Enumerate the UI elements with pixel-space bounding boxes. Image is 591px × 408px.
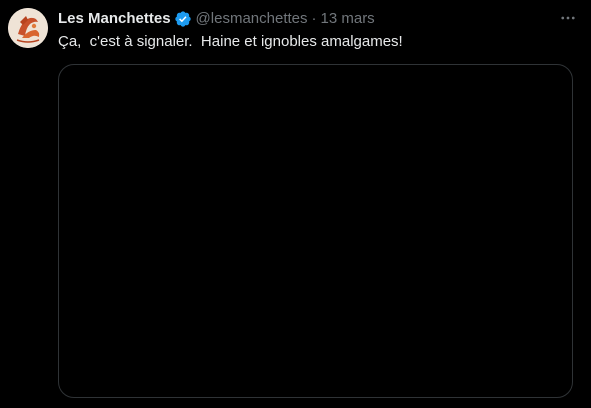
author-handle[interactable]: @lesmanchettes bbox=[196, 9, 308, 29]
tweet-text: Ça, c'est à signaler. Haine et ignobles … bbox=[58, 33, 403, 50]
tweet-timestamp[interactable]: 13 mars bbox=[321, 9, 375, 29]
tweet-card[interactable]: Les Manchettes @lesmanchettes · 13 mars … bbox=[0, 0, 591, 408]
tweet-media[interactable] bbox=[58, 64, 573, 398]
tweet-header: Les Manchettes @lesmanchettes · 13 mars bbox=[58, 9, 375, 29]
verified-badge-icon bbox=[174, 10, 192, 28]
header-separator: · bbox=[311, 10, 317, 27]
more-options-icon bbox=[561, 16, 575, 20]
more-options-button[interactable] bbox=[556, 8, 580, 28]
avatar-logo-icon bbox=[8, 8, 48, 48]
author-display-name[interactable]: Les Manchettes bbox=[58, 9, 171, 29]
author-avatar[interactable] bbox=[8, 8, 48, 48]
